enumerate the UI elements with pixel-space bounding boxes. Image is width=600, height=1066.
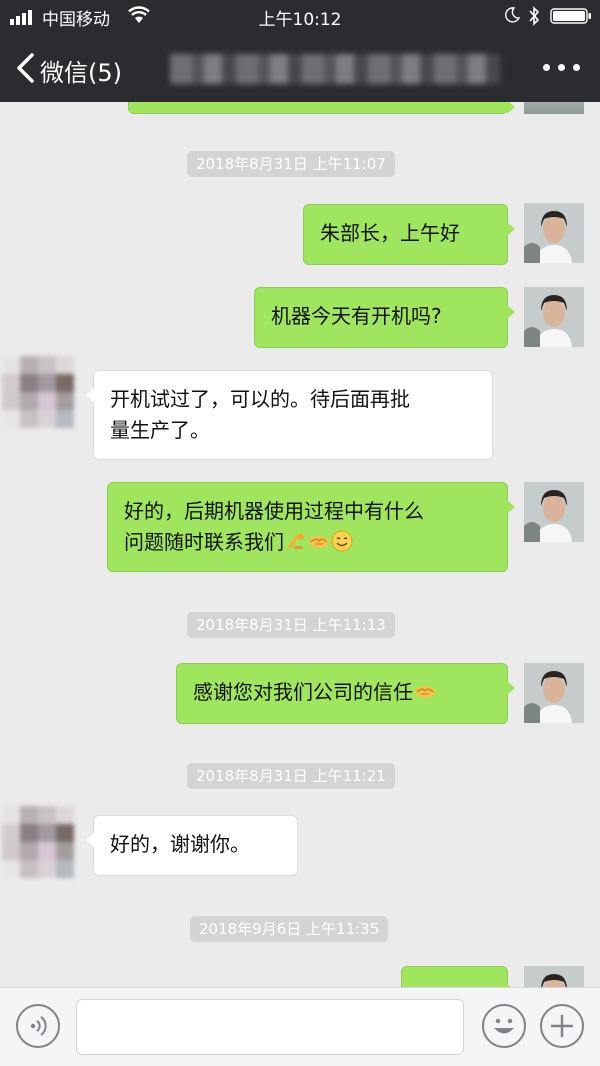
message-input[interactable]: [76, 999, 464, 1055]
back-button[interactable]: 微信(5): [40, 53, 122, 88]
voice-icon: [30, 1016, 47, 1036]
top-bar: 中国移动 上午10:12 微信(5): [0, 0, 600, 102]
smile-emoji-icon: [331, 530, 353, 552]
more-functions-button[interactable]: [540, 1004, 584, 1048]
bluetooth-icon: [529, 6, 540, 26]
my-avatar[interactable]: [524, 287, 584, 347]
status-bar: 中国移动 上午10:12: [0, 0, 600, 32]
emoji-icon: [494, 1018, 514, 1034]
contact-avatar-blurred[interactable]: [2, 806, 76, 880]
avatar-photo-icon: [524, 287, 584, 347]
message-text-line: 问题随时联系我们: [124, 530, 284, 554]
message-bubble-received[interactable]: 好的，谢谢你。: [86, 815, 298, 876]
avatar-photo-icon: [524, 663, 584, 723]
avatar-photo-icon: [524, 203, 584, 263]
my-avatar[interactable]: [524, 663, 584, 723]
chat-area[interactable]: 2018年8月31日 上午11:07 朱部长，上午好 机器今天有开机吗? 开机试…: [0, 102, 600, 987]
my-avatar[interactable]: [524, 482, 584, 542]
message-text-line: 开机试过了，可以的。待后面再批: [110, 387, 410, 411]
message-text-line: 好的，后期机器使用过程中有什么: [124, 499, 424, 523]
timestamp: 2018年8月31日 上午11:07: [187, 151, 395, 177]
more-dot-icon: [558, 64, 565, 71]
emoji-button[interactable]: [482, 1004, 526, 1048]
moon-icon: [505, 7, 520, 23]
message-bubble-sent[interactable]: 感谢您对我们公司的信任: [176, 663, 515, 724]
battery-icon: [550, 8, 591, 24]
avatar-photo-icon: [524, 966, 584, 987]
nav-bar: 微信(5): [0, 32, 600, 102]
message-bubble-sent[interactable]: 好的，后期机器使用过程中有什么 问题随时联系我们: [107, 482, 515, 572]
message-text: 感谢您对我们公司的信任: [193, 680, 413, 704]
timestamp: 2018年8月31日 上午11:21: [187, 763, 395, 789]
message-bubble-partial[interactable]: [128, 102, 515, 114]
input-bar: [0, 987, 600, 1066]
my-avatar[interactable]: [524, 203, 584, 263]
message-text-line: 量生产了。: [110, 418, 210, 442]
timestamp: 2018年8月31日 上午11:13: [187, 612, 395, 638]
contact-avatar-blurred[interactable]: [2, 356, 76, 430]
my-avatar[interactable]: [524, 966, 584, 987]
chat-title-blurred: [170, 54, 500, 84]
message-text: 好的，谢谢你。: [110, 832, 250, 856]
my-avatar[interactable]: [524, 102, 584, 114]
handshake-emoji-icon: [309, 536, 329, 548]
more-dot-icon: [543, 64, 550, 71]
message-bubble-sent[interactable]: 机器今天有开机吗?: [254, 287, 515, 348]
message-text: 朱部长，上午好: [320, 221, 460, 245]
back-chevron-icon[interactable]: [12, 52, 38, 84]
message-bubble-received[interactable]: 开机试过了，可以的。待后面再批 量生产了。: [86, 370, 493, 460]
message-bubble-partial[interactable]: [401, 966, 515, 987]
more-dot-icon: [573, 64, 580, 71]
voice-button[interactable]: [16, 1004, 60, 1048]
handshake-emoji-icon: [415, 686, 435, 698]
more-options-button[interactable]: [540, 52, 584, 82]
fist-bump-emoji-icon: [287, 533, 305, 549]
message-text: 机器今天有开机吗?: [271, 304, 442, 328]
plus-icon: [551, 1015, 573, 1037]
message-bubble-sent[interactable]: 朱部长，上午好: [303, 204, 515, 265]
avatar-photo-icon: [524, 482, 584, 542]
timestamp: 2018年9月6日 上午11:35: [190, 916, 389, 942]
